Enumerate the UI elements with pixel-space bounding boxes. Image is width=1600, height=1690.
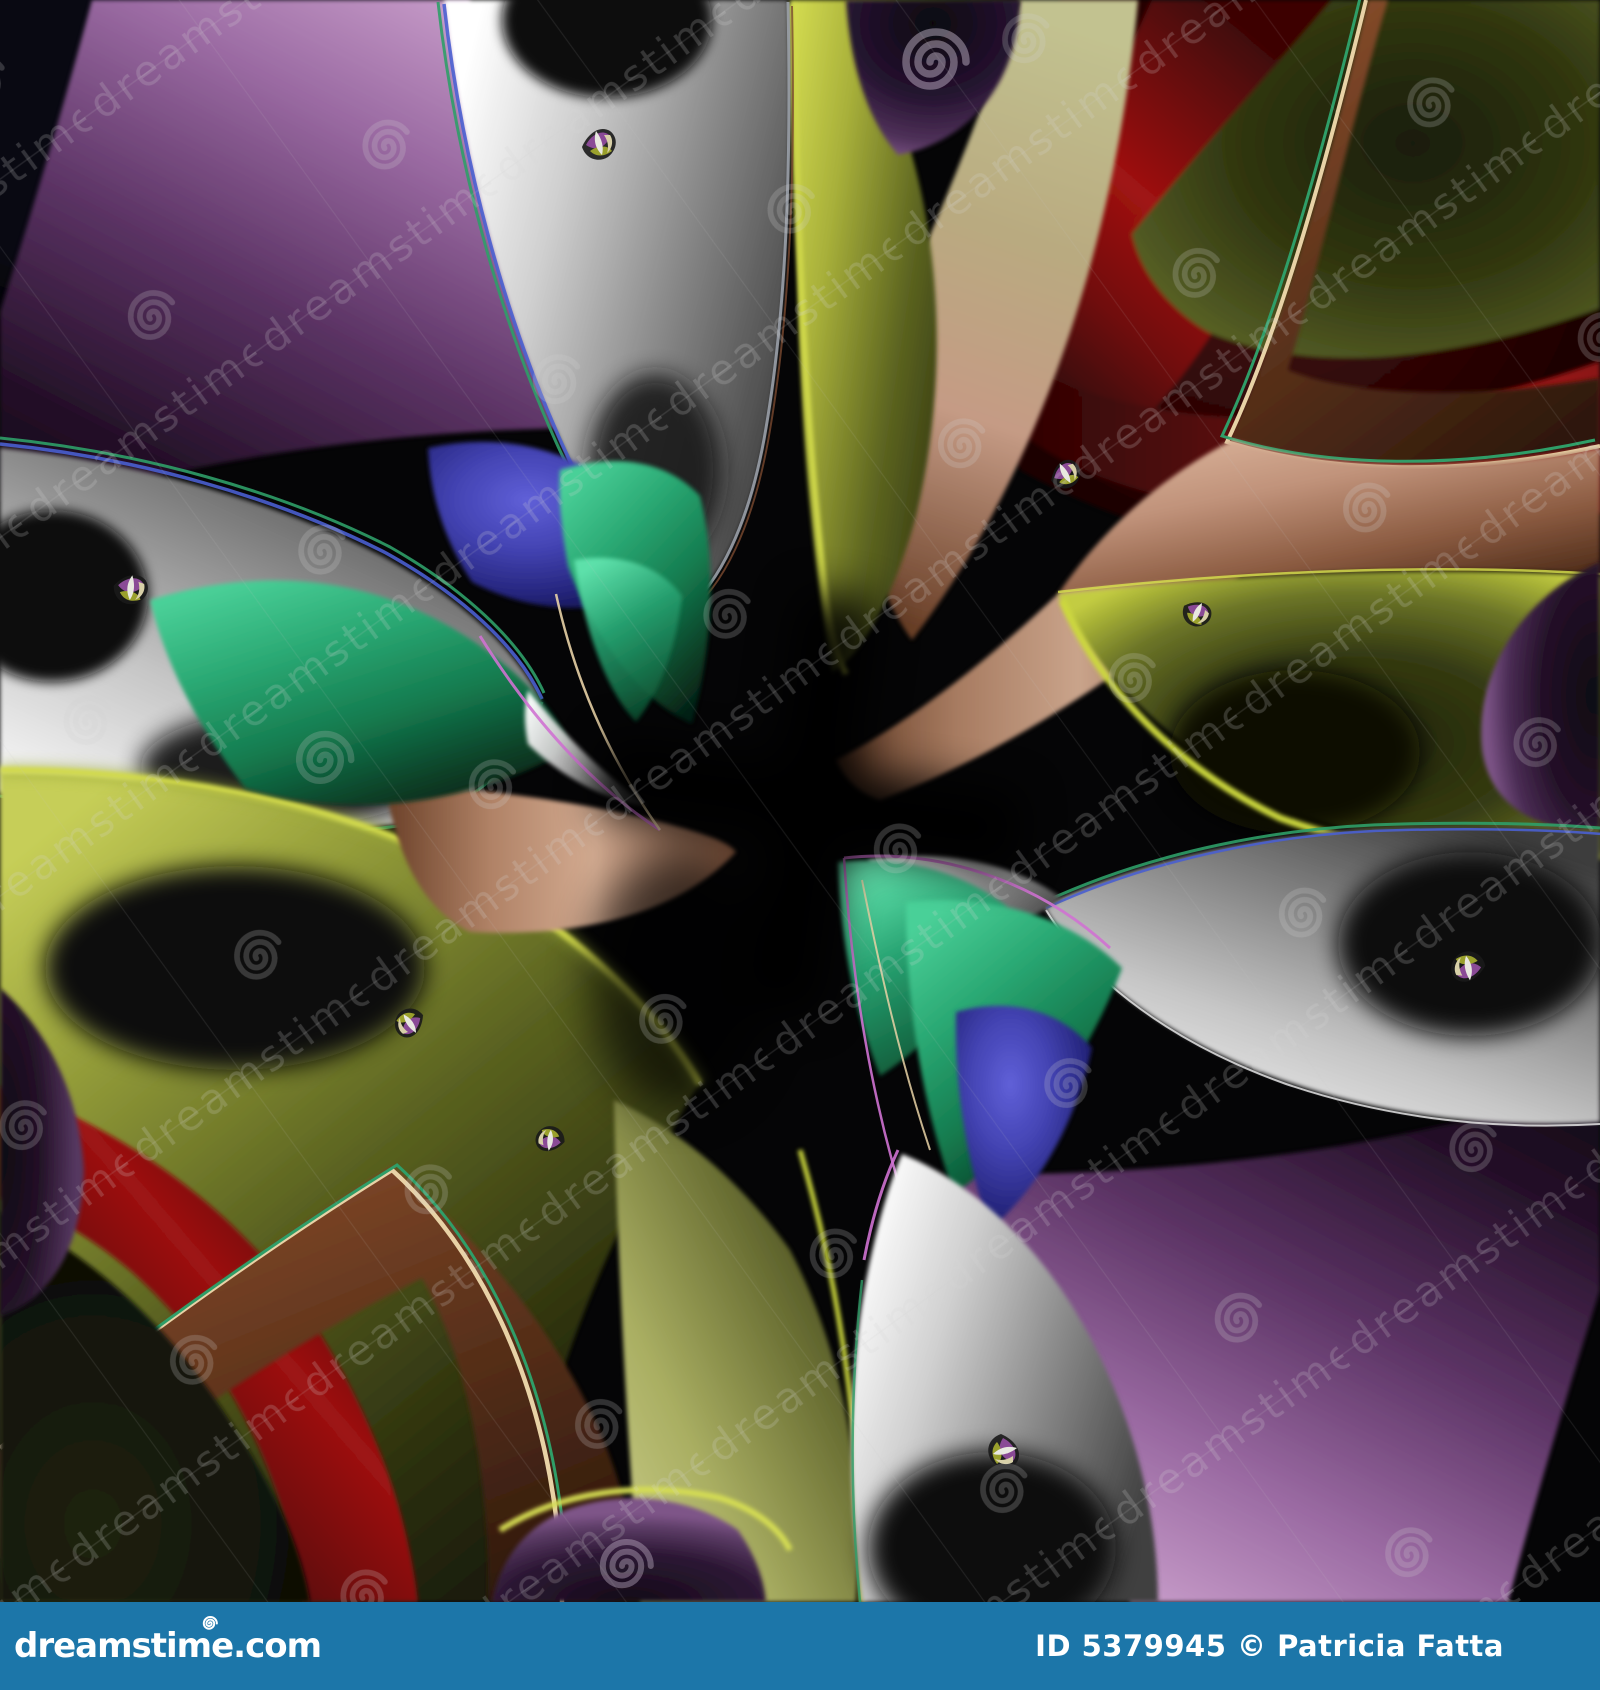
fractal-canvas: dreamstime: [0, 0, 1600, 1602]
watermark-bar: dreamstime.com ID 5379945 © Patricia Fat…: [0, 1602, 1600, 1690]
dreamstime-logo: dreamstime.com: [14, 1615, 322, 1666]
stock-photo-page: dreamstime.com ID 5379945 © Patricia Fat…: [0, 0, 1600, 1690]
dreamstime-spiral-icon: [202, 1615, 218, 1630]
image-credit: ID 5379945 © Patricia Fatta: [1035, 1628, 1504, 1663]
fractal-artwork: dreamstime: [0, 0, 1600, 1602]
watermark-layer: [0, 0, 1600, 1602]
dreamstime-logo-text: dreamstime.com: [14, 1626, 322, 1666]
